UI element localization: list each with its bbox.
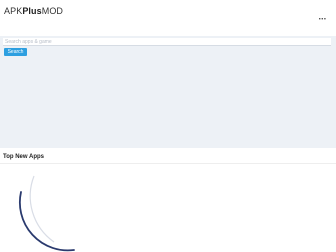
- page: APKPlusMOD Search Top New Apps: [0, 0, 336, 252]
- menu-icon: [319, 18, 326, 20]
- search-button[interactable]: Search: [4, 48, 27, 56]
- site-header: APKPlusMOD: [0, 0, 336, 37]
- menu-button[interactable]: [318, 12, 328, 22]
- site-logo[interactable]: APKPlusMOD: [4, 6, 63, 16]
- logo-prefix: APK: [4, 6, 23, 16]
- logo-bold: Plus: [22, 6, 42, 16]
- logo-suffix: MOD: [41, 6, 64, 16]
- section-divider: [0, 163, 336, 164]
- search-input[interactable]: [3, 38, 331, 46]
- search-section: Search: [0, 36, 336, 148]
- loading-spinner-icon: [18, 175, 75, 252]
- section-title: Top New Apps: [3, 154, 44, 160]
- loading-spinner: [14, 172, 124, 252]
